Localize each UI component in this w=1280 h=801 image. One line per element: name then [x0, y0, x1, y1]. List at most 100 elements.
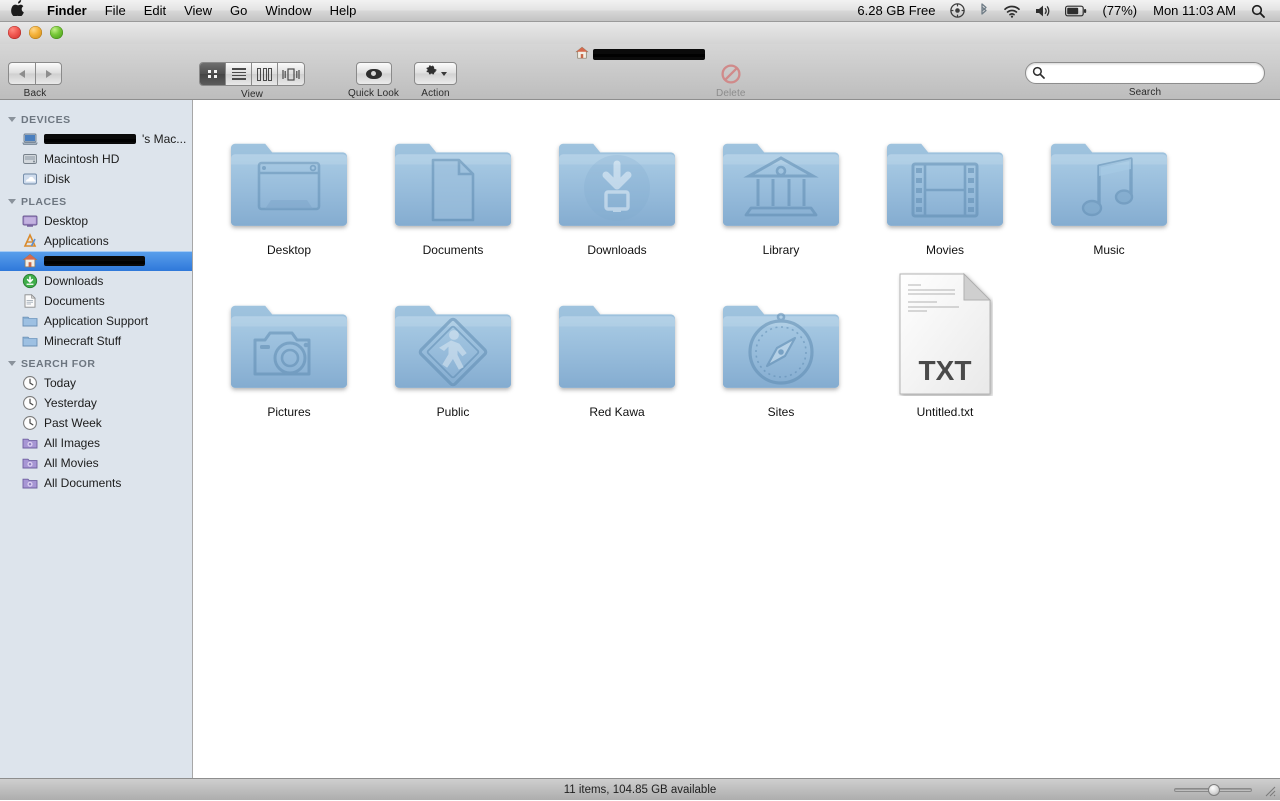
window-title-redaction — [593, 48, 705, 60]
file-item[interactable]: Sites — [699, 280, 863, 420]
spotlight-search-icon[interactable] — [1244, 0, 1272, 22]
action-button[interactable] — [414, 62, 457, 85]
menu-item-edit[interactable]: Edit — [135, 0, 175, 22]
sidebar-item-documents[interactable]: Documents — [0, 291, 192, 311]
apple-menu-icon[interactable] — [11, 0, 25, 19]
window-title — [0, 45, 1280, 63]
file-item[interactable]: Public — [371, 280, 535, 420]
folder-icon[interactable] — [225, 118, 353, 234]
sidebar-section-search-for[interactable]: SEARCH FOR — [0, 354, 192, 373]
file-item[interactable]: Library — [699, 118, 863, 258]
folder-icon[interactable] — [389, 118, 517, 234]
delete-button[interactable] — [721, 62, 741, 85]
coverflow-view-button[interactable] — [278, 63, 304, 85]
sidebar-item-redacted-item[interactable] — [0, 251, 192, 271]
icon-size-slider[interactable] — [1174, 784, 1252, 796]
smart-folder-icon — [22, 475, 38, 491]
file-item[interactable]: Pictures — [207, 280, 371, 420]
disclosure-triangle-icon[interactable] — [8, 199, 16, 204]
file-item-label[interactable]: Red Kawa — [585, 404, 648, 420]
sidebar-item-redacted-item[interactable]: 's Mac... — [0, 129, 192, 149]
sidebar-item-all-movies[interactable]: All Movies — [0, 453, 192, 473]
folder-icon[interactable] — [553, 118, 681, 234]
text-document-icon[interactable]: TXT — [881, 272, 1009, 396]
search-input[interactable] — [1025, 62, 1265, 84]
sidebar-item-minecraft-stuff[interactable]: Minecraft Stuff — [0, 331, 192, 351]
icon-view-button[interactable] — [200, 63, 226, 85]
menu-item-help[interactable]: Help — [321, 0, 366, 22]
file-browser-content[interactable]: Desktop Documents Downloads Library Movies Mu… — [193, 100, 1280, 778]
forward-button[interactable] — [35, 62, 62, 85]
menu-item-view[interactable]: View — [175, 0, 221, 22]
list-view-button[interactable] — [226, 63, 252, 85]
zoom-button[interactable] — [50, 26, 63, 39]
quick-look-button[interactable] — [355, 62, 392, 85]
file-item-label[interactable]: Music — [1089, 242, 1128, 258]
folder-icon[interactable] — [1045, 118, 1173, 234]
sidebar-item-yesterday[interactable]: Yesterday — [0, 393, 192, 413]
file-item[interactable]: Documents — [371, 118, 535, 258]
file-item-label[interactable]: Documents — [419, 242, 488, 258]
file-item[interactable]: Red Kawa — [535, 280, 699, 420]
folder-icon[interactable] — [553, 280, 681, 396]
sidebar-item-label: All Images — [44, 436, 101, 450]
minimize-button[interactable] — [29, 26, 42, 39]
menu-item-finder[interactable]: Finder — [38, 0, 96, 22]
disclosure-triangle-icon[interactable] — [8, 361, 16, 366]
action-label: Action — [421, 88, 450, 99]
menu-item-go[interactable]: Go — [221, 0, 256, 22]
sidebar-item-label: Macintosh HD — [44, 152, 120, 166]
file-item[interactable]: Movies — [863, 118, 1027, 258]
free-space-status[interactable]: 6.28 GB Free — [849, 3, 943, 18]
back-button[interactable] — [8, 62, 35, 85]
quick-look-label: Quick Look — [348, 88, 400, 99]
sidebar-item-today[interactable]: Today — [0, 373, 192, 393]
file-item[interactable]: Downloads — [535, 118, 699, 258]
folder-icon[interactable] — [717, 280, 845, 396]
file-item-label[interactable]: Untitled.txt — [913, 404, 978, 420]
file-item-label[interactable]: Sites — [764, 404, 799, 420]
menu-bar: Finder File Edit View Go Window Help 6.2… — [0, 0, 1280, 22]
column-view-button[interactable] — [252, 63, 278, 85]
sidebar-section-places[interactable]: PLACES — [0, 192, 192, 211]
sidebar-item-macintosh-hd[interactable]: Macintosh HD — [0, 149, 192, 169]
file-item-label[interactable]: Pictures — [263, 404, 314, 420]
sidebar-item-applications[interactable]: Applications — [0, 231, 192, 251]
wifi-icon[interactable] — [996, 0, 1028, 22]
bluetooth-icon[interactable] — [972, 0, 996, 22]
menu-item-file[interactable]: File — [96, 0, 135, 22]
sidebar-item-application-support[interactable]: Application Support — [0, 311, 192, 331]
file-item-label[interactable]: Downloads — [583, 242, 650, 258]
disclosure-triangle-icon[interactable] — [8, 117, 16, 122]
file-item[interactable]: Music — [1027, 118, 1191, 258]
file-item-label[interactable]: Movies — [922, 242, 968, 258]
menu-bar-status-area: 6.28 GB Free (77%) Mon 11:03 AM — [849, 0, 1280, 22]
file-item-label[interactable]: Desktop — [263, 242, 315, 258]
folder-icon[interactable] — [717, 118, 845, 234]
battery-icon[interactable] — [1058, 0, 1094, 22]
file-item-label[interactable]: Library — [759, 242, 804, 258]
sidebar-item-all-documents[interactable]: All Documents — [0, 473, 192, 493]
sidebar-section-devices[interactable]: DEVICES — [0, 110, 192, 129]
volume-icon[interactable] — [1028, 0, 1058, 22]
folder-icon[interactable] — [389, 280, 517, 396]
window-titlebar[interactable] — [0, 22, 1280, 44]
folder-icon[interactable] — [225, 280, 353, 396]
close-button[interactable] — [8, 26, 21, 39]
menu-item-window[interactable]: Window — [256, 0, 320, 22]
home-icon — [575, 46, 589, 63]
eye-icon — [365, 68, 382, 79]
folder-icon[interactable] — [881, 118, 1009, 234]
sidebar-item-past-week[interactable]: Past Week — [0, 413, 192, 433]
spotlight-gear-icon[interactable] — [943, 0, 972, 22]
clock[interactable]: Mon 11:03 AM — [1145, 3, 1244, 18]
sidebar-item-all-images[interactable]: All Images — [0, 433, 192, 453]
resize-grip[interactable] — [1263, 784, 1277, 798]
finder-toolbar: Back View Quick Look Action Delete Searc… — [0, 44, 1280, 100]
sidebar-item-desktop[interactable]: Desktop — [0, 211, 192, 231]
sidebar-item-idisk[interactable]: iDisk — [0, 169, 192, 189]
file-item-label[interactable]: Public — [433, 404, 474, 420]
file-item[interactable]: Desktop — [207, 118, 371, 258]
sidebar-item-downloads[interactable]: Downloads — [0, 271, 192, 291]
file-item[interactable]: TXT Untitled.txt — [863, 272, 1027, 420]
